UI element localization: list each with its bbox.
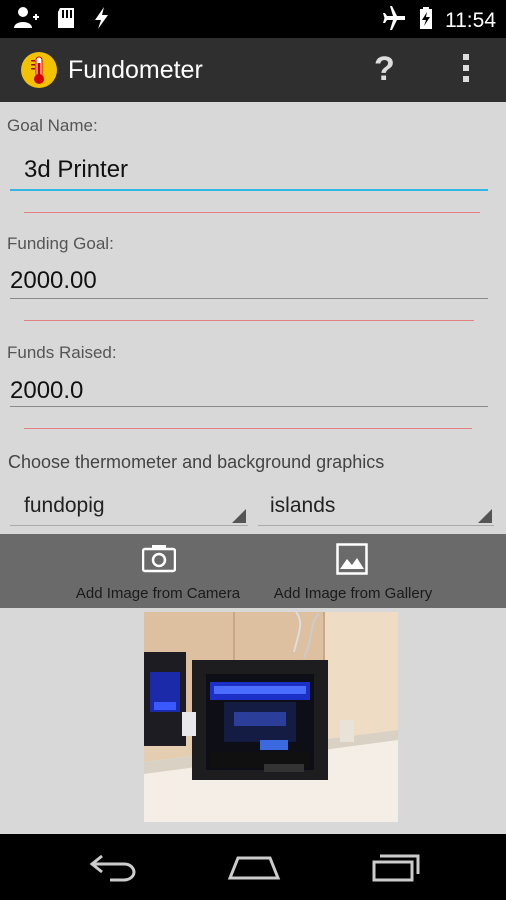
person-add-icon [14, 6, 40, 35]
funding-goal-label: Funding Goal: [7, 234, 114, 253]
goal-name-error-line [24, 212, 480, 213]
background-choice: islands [270, 494, 336, 517]
funding-goal-underline [10, 298, 488, 299]
thermometer-spinner[interactable]: fundopig [10, 490, 248, 526]
thermometer-choice: fundopig [24, 494, 105, 517]
thermometer-logo-icon [20, 51, 58, 94]
background-spinner-line [258, 525, 494, 526]
funds-raised-label: Funds Raised: [7, 343, 117, 362]
overflow-menu-icon[interactable] [458, 54, 474, 86]
recent-apps-icon[interactable] [370, 850, 422, 889]
airplane-icon [381, 6, 407, 35]
thermometer-spinner-line [10, 525, 248, 526]
camera-button-label: Add Image from Camera [75, 585, 241, 602]
background-spinner[interactable]: islands [258, 490, 494, 526]
funding-goal-input[interactable]: 2000.00 [10, 267, 97, 295]
funds-raised-input[interactable]: 2000.0 [10, 377, 83, 405]
graphics-label: Choose thermometer and background graphi… [8, 452, 385, 472]
3d-printer-photo [144, 612, 398, 822]
funding-goal-error-line [24, 320, 474, 321]
navigation-bar [0, 834, 506, 900]
status-time: 11:54 [445, 8, 496, 32]
help-button[interactable]: ? [374, 50, 395, 89]
sd-card-icon [56, 6, 76, 35]
home-icon[interactable] [226, 850, 282, 889]
add-image-gallery-button[interactable]: Add Image from Gallery [258, 534, 448, 608]
back-icon[interactable] [88, 850, 138, 889]
bolt-icon [92, 6, 110, 35]
spinner-arrow-icon [232, 509, 246, 523]
image-source-bar: Add Image from Camera Add Image from Gal… [0, 534, 506, 608]
goal-name-input[interactable]: 3d Printer [24, 156, 128, 184]
action-bar: Fundometer ? [0, 38, 506, 102]
goal-name-underline [10, 189, 488, 191]
status-bar: 11:54 [0, 0, 506, 38]
goal-form: Goal Name: 3d Printer Funding Goal: 2000… [0, 102, 506, 534]
gallery-icon [336, 543, 368, 575]
funds-raised-underline [10, 406, 488, 407]
goal-name-label: Goal Name: [7, 116, 98, 135]
goal-image-area [0, 608, 506, 834]
app-title: Fundometer [68, 56, 203, 84]
spinner-arrow-icon [478, 509, 492, 523]
funds-raised-error-line [24, 428, 472, 429]
gallery-button-label: Add Image from Gallery [273, 585, 433, 602]
camera-icon [142, 545, 176, 573]
add-image-camera-button[interactable]: Add Image from Camera [58, 534, 258, 608]
battery-charging-icon [419, 6, 433, 35]
